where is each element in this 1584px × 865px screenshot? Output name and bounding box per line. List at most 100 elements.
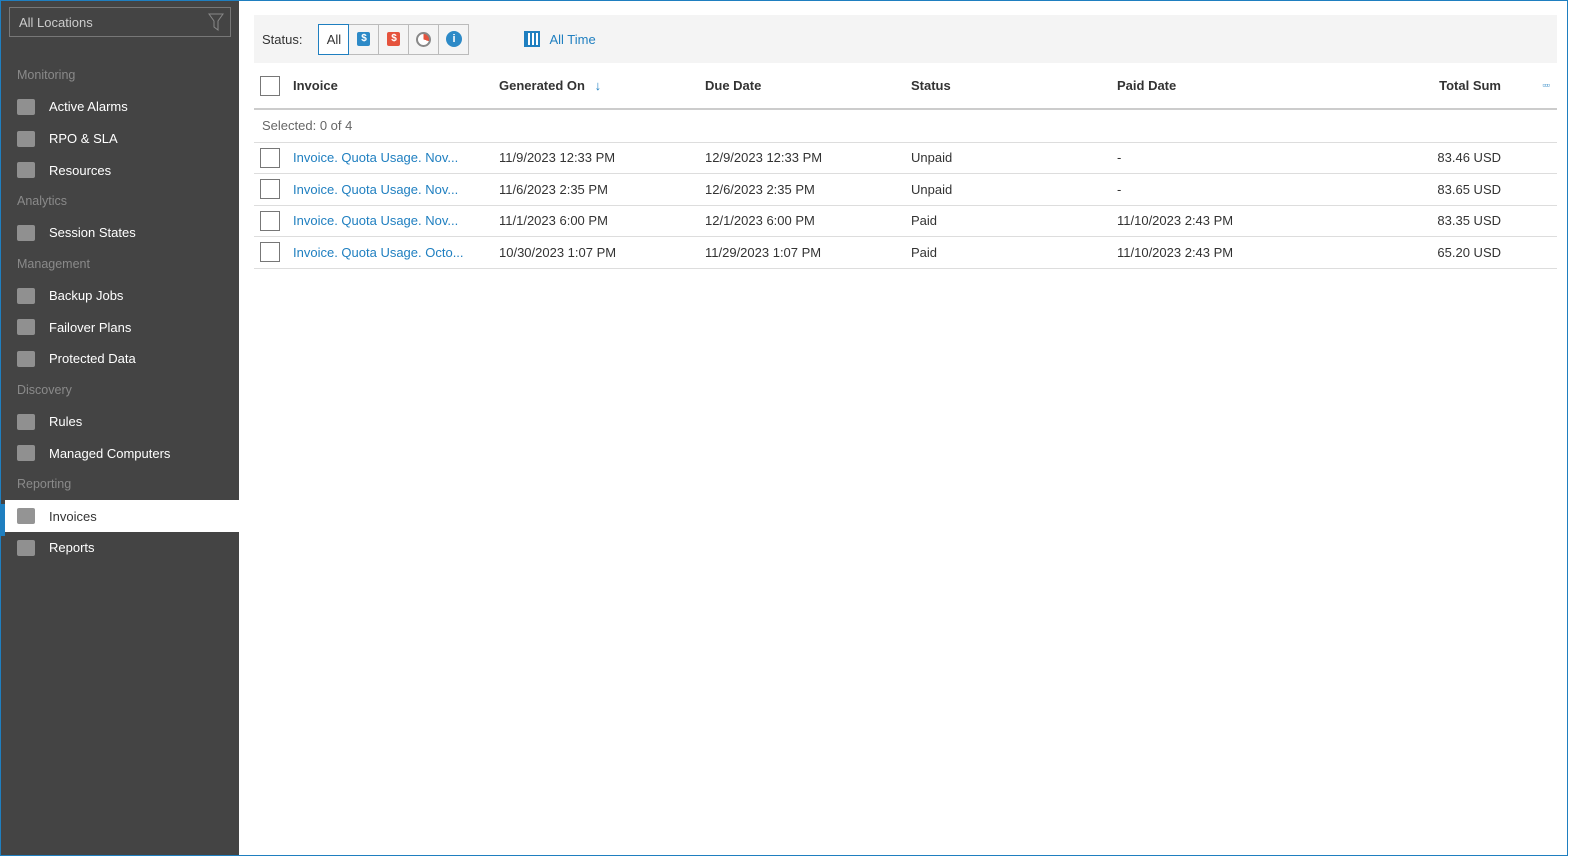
protected-data-icon [17,350,35,367]
status-info-button[interactable]: i [438,23,470,55]
time-label: All Time [549,31,596,47]
table-row[interactable]: Invoice. Quota Usage. Octo... 10/30/2023… [254,236,1557,269]
col-invoice[interactable]: Invoice [293,63,499,110]
invoice-red-icon: $ [387,32,401,46]
nav-section-title: Reporting [17,477,72,492]
generated-on-label: Generated On [499,78,585,93]
select-all-checkbox[interactable] [260,75,280,96]
sidebar-item-managed-computers[interactable]: Managed Computers [1,438,239,470]
time-filter[interactable]: All Time [524,31,596,47]
sidebar-item-backup-jobs[interactable]: Backup Jobs [1,280,239,312]
row-checkbox[interactable] [260,179,280,200]
sort-desc-icon: ↓ [594,78,602,93]
sidebar-item-label: Session States [49,225,136,241]
sidebar-item-label: Failover Plans [49,319,132,335]
resources-icon [17,162,35,179]
sidebar-item-rpo-sla[interactable]: RPO & SLA [1,123,239,155]
total-sum: 83.35 USD [1333,205,1557,237]
row-checkbox[interactable] [260,147,280,168]
nav-section-title: Discovery [17,382,72,397]
invoice-link[interactable]: Invoice. Quota Usage. Nov... [293,142,499,174]
calendar-icon [524,31,541,47]
nav-section-title: Analytics [17,194,68,209]
due-date: 12/9/2023 12:33 PM [705,142,911,174]
selection-count: Selected: 0 of 4 [254,109,1557,143]
total-sum: 65.20 USD [1333,236,1557,269]
paid-date: 11/10/2023 2:43 PM [1117,236,1334,269]
sidebar-item-rules[interactable]: Rules [1,406,239,438]
sidebar-item-label: Backup Jobs [49,288,124,304]
paid-date: 11/10/2023 2:43 PM [1117,205,1334,237]
rules-icon [17,413,35,430]
col-due-date[interactable]: Due Date [705,63,911,110]
status: Unpaid [911,142,1117,174]
filter-bar: Status: All $ $ i All Time [254,15,1557,63]
paid-date: - [1117,173,1334,206]
info-icon: i [445,31,462,47]
status-unpaid-button[interactable]: $ [348,23,380,55]
row-checkbox[interactable] [260,210,280,231]
invoices-icon [17,508,35,525]
status: Paid [911,205,1117,237]
location-label: All Locations [19,15,93,30]
col-paid-date[interactable]: Paid Date [1117,63,1334,110]
all-label: All [326,31,342,47]
backup-jobs-icon [17,287,35,304]
sidebar-item-session-states[interactable]: Session States [1,217,239,249]
status: Paid [911,236,1117,269]
sidebar-item-active-alarms[interactable]: Active Alarms [1,91,239,123]
total-sum: 83.46 USD [1333,142,1557,174]
managed-computers-icon [17,445,35,462]
generated-on: 10/30/2023 1:07 PM [499,236,705,269]
sidebar-item-label: Managed Computers [49,445,171,461]
status-pending-button[interactable] [408,23,440,55]
sidebar-item-label: Active Alarms [49,99,128,115]
table-row[interactable]: Invoice. Quota Usage. Nov... 11/9/2023 1… [254,142,1557,174]
session-states-icon [17,224,35,241]
failover-plans-icon [17,319,35,336]
generated-on: 11/6/2023 2:35 PM [499,173,705,206]
sidebar-item-reports[interactable]: Reports [1,532,239,564]
generated-on: 11/9/2023 12:33 PM [499,142,705,174]
sidebar-item-failover-plans[interactable]: Failover Plans [1,311,239,343]
due-date: 11/29/2023 1:07 PM [705,236,911,269]
sidebar-item-label: Reports [49,540,95,556]
row-checkbox[interactable] [260,242,280,263]
col-total-sum[interactable]: Total Sum ▫▫▫ [1333,63,1557,110]
generated-on: 11/1/2023 6:00 PM [499,205,705,237]
reports-icon [17,539,35,556]
column-options-icon[interactable]: ▫▫▫ [1542,80,1550,90]
total-sum-label: Total Sum [1439,78,1501,93]
due-date: 12/1/2023 6:00 PM [705,205,911,237]
sidebar-item-label: Resources [49,162,112,178]
col-status[interactable]: Status [911,63,1117,110]
nav-section-title: Management [17,256,90,271]
location-filter[interactable]: All Locations [9,7,231,37]
filter-icon[interactable] [208,13,224,31]
invoice-link[interactable]: Invoice. Quota Usage. Octo... [293,236,499,269]
status: Unpaid [911,173,1117,206]
sidebar-item-invoices[interactable]: Invoices [5,500,240,532]
sidebar-item-protected-data[interactable]: Protected Data [1,343,239,375]
invoices-table: Invoice Generated On ↓ Due Date Status P… [254,63,1557,269]
sidebar: All Locations Monitoring Active Alarms RPO… [1,1,240,855]
invoice-blue-icon: $ [357,32,371,46]
status-overdue-button[interactable]: $ [378,23,410,55]
sidebar-item-label: Protected Data [49,351,136,367]
invoice-link[interactable]: Invoice. Quota Usage. Nov... [293,173,499,206]
rpo-sla-icon [17,130,35,147]
invoice-link[interactable]: Invoice. Quota Usage. Nov... [293,205,499,237]
sidebar-item-resources[interactable]: Resources [1,154,239,186]
sidebar-item-label: RPO & SLA [49,131,118,147]
due-date: 12/6/2023 2:35 PM [705,173,911,206]
clock-icon [416,31,432,47]
status-all-button[interactable]: All [318,23,350,55]
total-sum: 83.65 USD [1333,173,1557,206]
nav-section-title: Monitoring [17,68,76,82]
status-label: Status: [262,31,303,47]
sidebar-item-label: Rules [49,414,83,430]
table-row[interactable]: Invoice. Quota Usage. Nov... 11/6/2023 2… [254,173,1557,206]
col-generated-on[interactable]: Generated On ↓ [499,63,705,110]
active-alarms-icon [17,98,35,115]
table-row[interactable]: Invoice. Quota Usage. Nov... 11/1/2023 6… [254,205,1557,237]
